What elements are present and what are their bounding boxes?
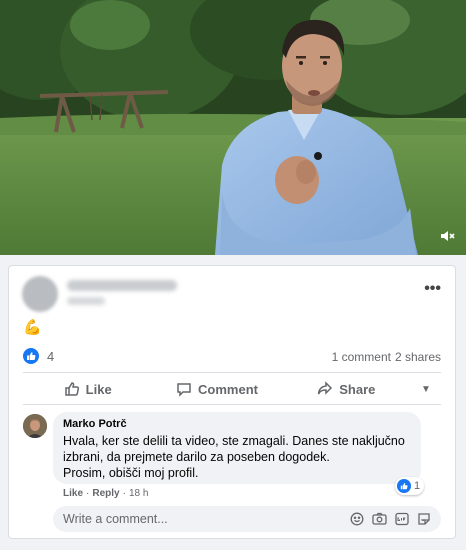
commenter-name[interactable]: Marko Potrč <box>63 418 411 430</box>
share-count-link[interactable]: 2 shares <box>395 350 441 364</box>
reaction-summary[interactable]: 4 <box>23 348 54 364</box>
like-count: 4 <box>47 348 55 364</box>
more-horizontal-icon[interactable]: ••• <box>424 281 441 297</box>
like-button[interactable]: Like <box>23 381 152 397</box>
comment-reaction[interactable]: 1 <box>395 477 425 495</box>
comment-line: izbrani, da prejmete darilo za poseben d… <box>63 450 330 464</box>
author-name-redacted[interactable] <box>67 280 177 291</box>
like-button-label: Like <box>85 381 112 397</box>
caret-down-icon[interactable]: ▼ <box>411 384 441 395</box>
comment-bubble: Marko Potrč Hvala, ker ste delili ta vid… <box>53 412 421 484</box>
share-button[interactable]: Share <box>282 381 411 397</box>
separator: · <box>122 488 126 499</box>
mute-icon[interactable] <box>436 225 458 247</box>
divider <box>23 404 441 405</box>
thumbs-up-icon <box>64 382 79 396</box>
comment-count-link[interactable]: 1 comment <box>332 350 391 364</box>
comment-reaction-count: 1 <box>414 480 421 492</box>
gif-icon[interactable] <box>395 512 409 526</box>
comment-line: Hvala, ker ste delili ta video, ste zmag… <box>63 434 405 448</box>
commenter-avatar[interactable] <box>23 414 47 438</box>
comment-line: Prosim, obišči moj profil. <box>63 466 199 480</box>
camera-icon[interactable] <box>372 512 387 526</box>
engagement-counts: 1 comment 2 shares <box>332 350 441 364</box>
video-player[interactable] <box>0 0 466 255</box>
comment-timestamp[interactable]: 18 h <box>129 488 148 499</box>
like-reaction-icon <box>23 348 39 364</box>
post-actions: Like Comment Share ▼ <box>23 374 441 404</box>
comment-button-label: Comment <box>198 381 258 397</box>
share-arrow-icon <box>318 381 333 395</box>
video-frame <box>0 0 466 255</box>
post-card: ••• 💪 4 1 comment 2 shares Like Comment … <box>8 265 456 539</box>
comment-text: Hvala, ker ste delili ta video, ste zmag… <box>63 433 411 481</box>
comment-composer[interactable] <box>53 506 441 532</box>
emoji-icon[interactable] <box>350 512 364 526</box>
divider <box>23 372 441 373</box>
like-reaction-icon <box>397 479 411 493</box>
comment-reply-link[interactable]: Reply <box>92 488 119 499</box>
share-button-label: Share <box>339 381 376 397</box>
sticker-icon[interactable] <box>417 512 431 526</box>
comment-button[interactable]: Comment <box>152 381 281 397</box>
post-text: 💪 <box>23 319 42 336</box>
comment-actions: Like · Reply · 18 h <box>63 488 148 499</box>
separator: · <box>86 488 90 499</box>
post-meta-redacted <box>67 297 105 305</box>
author-avatar[interactable] <box>22 276 58 312</box>
comment-like-link[interactable]: Like <box>63 488 83 499</box>
speech-bubble-icon <box>177 383 191 397</box>
comment-input[interactable] <box>63 512 350 526</box>
